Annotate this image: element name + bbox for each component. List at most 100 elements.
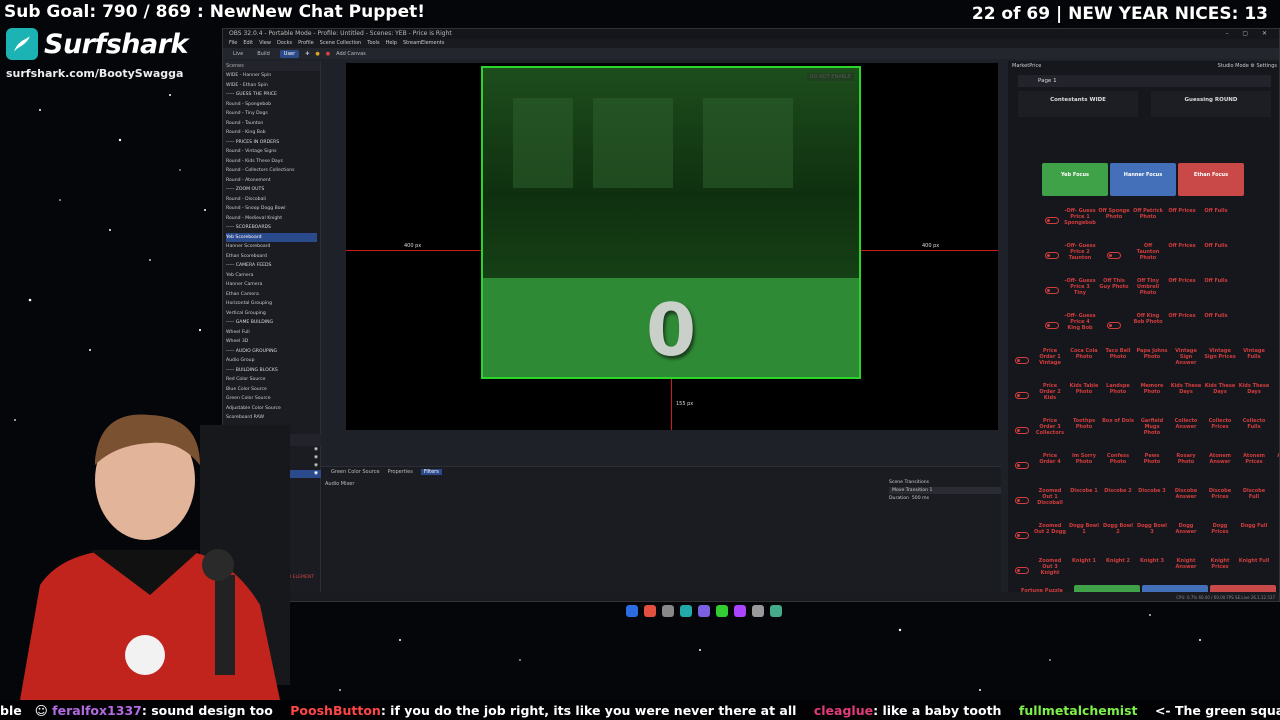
scene-item[interactable]: Yeb Camera <box>226 271 317 281</box>
deck-button[interactable]: Discobe Full <box>1238 485 1270 518</box>
deck-button[interactable]: Off Tiny Umbrell Photo <box>1132 275 1164 308</box>
canvas-preview[interactable]: 400 px 400 px 155 px DO NOT ENABLE 0 <box>346 63 998 430</box>
deck-button[interactable]: Discobe Prices <box>1204 485 1236 518</box>
deck-button[interactable]: Papa Johns Photo <box>1136 345 1168 378</box>
deck-button[interactable]: Knight Prices <box>1204 555 1236 588</box>
add-icon[interactable]: ✚ <box>305 51 309 57</box>
scene-item[interactable]: Round - Snoop Dogg Bowl <box>226 204 317 214</box>
deck-button[interactable]: Off King Bob Photo <box>1132 310 1164 343</box>
deck-button[interactable]: Pews Photo <box>1136 450 1168 483</box>
scene-item[interactable]: ----- AUDIO GROUPING <box>226 347 317 357</box>
scene-item[interactable]: Blue Color Source <box>226 385 317 395</box>
start-icon[interactable] <box>626 605 638 617</box>
scene-item[interactable]: Round - Kids These Days <box>226 157 317 167</box>
deck-button[interactable]: Atonem Answer <box>1204 450 1236 483</box>
deck-button[interactable]: Off Patrick Photo <box>1132 205 1164 238</box>
scene-item[interactable]: Wheel 3D <box>226 337 317 347</box>
toggle-icon[interactable] <box>1012 450 1032 483</box>
deck-button[interactable]: Discobe 2 <box>1102 485 1134 518</box>
deck-button[interactable]: -Off- Guess Price 1 Spongebob <box>1064 205 1096 238</box>
deck-button[interactable]: Knight Answer <box>1170 555 1202 588</box>
scene-item[interactable]: ----- PRICES IN ORDERS <box>226 138 317 148</box>
properties-button[interactable]: Properties <box>388 469 413 475</box>
scene-item[interactable]: Yeb Scoreboard <box>226 232 317 242</box>
deck-button[interactable]: Vintage Fulls <box>1238 345 1270 378</box>
deck-button[interactable]: Discobe Answer <box>1170 485 1202 518</box>
toggle-icon[interactable] <box>1012 415 1032 448</box>
toggle-icon[interactable] <box>1012 345 1032 378</box>
deck-button[interactable]: Landspe Photo <box>1102 380 1134 413</box>
scene-item[interactable]: ----- CAMERA FEEDS <box>226 261 317 271</box>
scene-item[interactable]: Green Color Source <box>226 394 317 404</box>
deck-button[interactable]: Off Prices <box>1166 310 1198 343</box>
deck-button[interactable]: Vintage Sign Answer <box>1170 345 1202 378</box>
scene-item[interactable]: Ethan Camera <box>226 290 317 300</box>
scene-item[interactable]: ----- SCOREBOARDS <box>226 223 317 233</box>
deck-button[interactable]: Off Fulls <box>1200 310 1232 343</box>
toggle-icon[interactable] <box>1042 240 1062 273</box>
deck-button[interactable]: Dogg Prices <box>1204 520 1236 553</box>
scene-item[interactable]: Hanner Scoreboard <box>226 242 317 252</box>
scene-item[interactable]: ----- BUILDING BLOCKS <box>226 366 317 376</box>
menu-streamelements[interactable]: StreamElements <box>403 40 444 47</box>
scene-item[interactable]: WIDE - Hanner Spin <box>226 71 317 81</box>
scene-item[interactable]: Round - King Bob <box>226 128 317 138</box>
scene-item[interactable]: ----- ZOOM OUTS <box>226 185 317 195</box>
deck-button[interactable]: Atonem Prices <box>1238 450 1270 483</box>
menu-profile[interactable]: Profile <box>298 40 314 47</box>
deck-button[interactable]: Knight 3 <box>1136 555 1168 588</box>
menu-scene-collection[interactable]: Scene Collection <box>320 40 362 47</box>
live-tab[interactable]: Live <box>229 50 247 58</box>
scene-item[interactable]: Ethan Scoreboard <box>226 252 317 262</box>
scene-item[interactable]: Horizontal Grouping <box>226 299 317 309</box>
scene-item[interactable]: ----- GAME BUILDING <box>226 318 317 328</box>
scene-item[interactable]: WIDE - Ethan Spin <box>226 81 317 91</box>
yeb-focus-button[interactable]: Yeb Focus <box>1042 163 1108 196</box>
deck-button[interactable]: Off This Guy Photo <box>1098 275 1130 308</box>
menu-tools[interactable]: Tools <box>367 40 379 47</box>
app-icon[interactable] <box>662 605 674 617</box>
deck-button[interactable]: Collecto Answer <box>1170 415 1202 448</box>
menu-docks[interactable]: Docks <box>277 40 292 47</box>
scene-item[interactable]: Round - Collectors Collections <box>226 166 317 176</box>
settings-button[interactable]: Settings <box>1256 63 1277 69</box>
scene-item[interactable]: Round - Discobali <box>226 195 317 205</box>
deck-button[interactable]: Kids Table Photo <box>1068 380 1100 413</box>
deck-button[interactable]: Off Sponge Photo <box>1098 205 1130 238</box>
deck-button[interactable]: Knight Full <box>1238 555 1270 588</box>
deck-button[interactable]: Price Order 1 Vintage <box>1034 345 1066 378</box>
deck-button[interactable]: Off Fulls <box>1200 275 1232 308</box>
scene-item[interactable]: Round - Medieval Knight <box>226 214 317 224</box>
guessing-round-header[interactable]: Guessing ROUND <box>1151 91 1271 117</box>
deck-button[interactable]: Off Prices <box>1166 275 1198 308</box>
app-icon[interactable] <box>716 605 728 617</box>
deck-button[interactable]: Kids These Days <box>1238 380 1270 413</box>
deck-button[interactable]: Price Order 3 Collectors <box>1034 415 1066 448</box>
app-icon[interactable] <box>752 605 764 617</box>
deck-button[interactable]: Kids These Days <box>1204 380 1236 413</box>
menu-view[interactable]: View <box>259 40 271 47</box>
deck-button[interactable]: Knight 1 <box>1068 555 1100 588</box>
window-controls[interactable]: – ▢ ✕ <box>1225 30 1273 38</box>
stop-icon[interactable]: ● <box>326 51 330 57</box>
page-selector[interactable]: Page 1 <box>1018 75 1271 87</box>
deck-button[interactable]: Vintage Sign Prices <box>1204 345 1236 378</box>
filters-button[interactable]: Filters <box>420 469 442 475</box>
scene-item[interactable]: Hanner Camera <box>226 280 317 290</box>
deck-button[interactable]: -Off- Guess Price 2 Taunton <box>1064 240 1096 273</box>
add-canvas-button[interactable]: Add Canvas <box>336 51 366 57</box>
app-icon[interactable] <box>680 605 692 617</box>
record-icon[interactable]: ● <box>315 51 319 57</box>
deck-button[interactable]: Zoomed Out 3 Knight <box>1034 555 1066 588</box>
contestants-wide-header[interactable]: Contestants WIDE <box>1018 91 1138 117</box>
visibility-icon[interactable]: ◉ <box>314 462 318 470</box>
scene-item[interactable]: Round - Atonement <box>226 176 317 186</box>
toggle-icon[interactable] <box>1012 380 1032 413</box>
deck-button[interactable]: -Off- Guess Price 4 King Bob <box>1064 310 1096 343</box>
menu-file[interactable]: File <box>229 40 237 47</box>
deck-button[interactable]: Knight 2 <box>1102 555 1134 588</box>
deck-button[interactable]: Taco Bell Photo <box>1102 345 1134 378</box>
scene-item[interactable]: Audio Group <box>226 356 317 366</box>
visibility-icon[interactable]: ◉ <box>314 470 318 478</box>
deck-button[interactable]: Price Order 2 Kids <box>1034 380 1066 413</box>
